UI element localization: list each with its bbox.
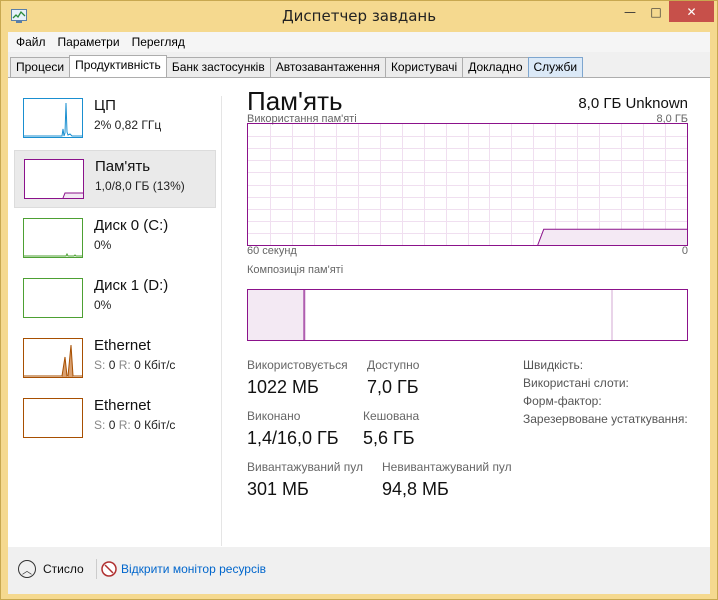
resource-list: ЦП 2% 0,82 ГГц Пам'ять 1,0/8,0 ГБ (13%) bbox=[8, 78, 221, 548]
sidebar-item-value: S: 0 R: 0 Кбіт/с bbox=[94, 358, 175, 372]
ethernet-2-thumbnail-graph bbox=[23, 398, 83, 438]
send-value: 0 bbox=[108, 358, 116, 372]
disk-1-thumbnail-graph bbox=[23, 278, 83, 318]
receive-label: R: bbox=[118, 418, 131, 432]
sidebar-item-label: Пам'ять bbox=[95, 158, 151, 175]
sidebar-item-value: 0% bbox=[94, 298, 112, 312]
performance-panel: ЦП 2% 0,82 ГГц Пам'ять 1,0/8,0 ГБ (13%) bbox=[8, 77, 710, 547]
sidebar-divider bbox=[221, 96, 222, 546]
send-value: 0 bbox=[108, 418, 116, 432]
resource-monitor-icon bbox=[101, 561, 117, 577]
graph-time-min: 0 bbox=[681, 245, 688, 257]
in-use-label: Використовується bbox=[247, 358, 348, 372]
open-resource-monitor-link[interactable]: Відкрити монітор ресурсів bbox=[121, 562, 266, 576]
menu-file[interactable]: Файл bbox=[10, 32, 52, 52]
tab-services[interactable]: Служби bbox=[527, 57, 584, 77]
sidebar-item-value: 0% bbox=[94, 238, 112, 252]
committed-value: 1,4/16,0 ГБ bbox=[247, 428, 339, 448]
nonpaged-pool-value: 94,8 МБ bbox=[382, 479, 449, 499]
graph-time-label: 60 секунд bbox=[247, 245, 297, 257]
slots-used-label: Використані слоти: bbox=[523, 376, 629, 390]
client-area: Файл Параметри Перегляд Процеси Продукти… bbox=[8, 32, 710, 594]
sidebar-item-value: 1,0/8,0 ГБ (13%) bbox=[95, 179, 185, 193]
sidebar-item-cpu[interactable]: ЦП 2% 0,82 ГГц bbox=[14, 90, 216, 148]
tab-startup[interactable]: Автозавантаження bbox=[269, 57, 386, 77]
send-label: S: bbox=[94, 358, 106, 372]
menu-view[interactable]: Перегляд bbox=[126, 32, 191, 52]
menu-bar: Файл Параметри Перегляд bbox=[8, 32, 710, 52]
receive-value: 0 Кбіт/с bbox=[134, 358, 176, 372]
memory-thumbnail-graph bbox=[24, 159, 84, 199]
composition-label: Композиція пам'яті bbox=[247, 264, 344, 276]
sidebar-item-label: Диск 0 (C:) bbox=[94, 217, 169, 234]
ethernet-1-thumbnail-graph bbox=[23, 338, 83, 378]
memory-usage-graph bbox=[247, 123, 688, 246]
usage-area bbox=[537, 229, 687, 245]
memory-composition-bar bbox=[247, 289, 688, 341]
window-title: Диспетчер завдань bbox=[281, 7, 437, 25]
fewer-details-button[interactable]: Стисло bbox=[43, 562, 84, 576]
receive-value: 0 Кбіт/с bbox=[134, 418, 176, 432]
sidebar-item-label: Ethernet bbox=[94, 397, 151, 414]
footer-divider bbox=[96, 559, 97, 579]
tab-processes[interactable]: Процеси bbox=[10, 57, 71, 77]
form-factor-label: Форм-фактор: bbox=[523, 394, 602, 408]
maximize-button[interactable]: □ bbox=[643, 1, 669, 22]
paged-pool-value: 301 МБ bbox=[247, 479, 309, 499]
send-label: S: bbox=[94, 418, 106, 432]
tab-strip: Процеси Продуктивність Банк застосунків … bbox=[10, 55, 584, 77]
close-button[interactable]: ✕ bbox=[669, 1, 714, 22]
speed-label: Швидкість: bbox=[523, 358, 584, 372]
sidebar-item-label: ЦП bbox=[94, 97, 116, 114]
cached-value: 5,6 ГБ bbox=[363, 428, 415, 448]
in-use-value: 1022 МБ bbox=[247, 377, 319, 397]
cached-label: Кешована bbox=[363, 409, 420, 423]
paged-pool-label: Вивантажуваний пул bbox=[247, 460, 363, 474]
sidebar-item-value: S: 0 R: 0 Кбіт/с bbox=[94, 418, 175, 432]
tab-app-history[interactable]: Банк застосунків bbox=[165, 57, 271, 77]
available-value: 7,0 ГБ bbox=[367, 377, 419, 397]
composition-in-use bbox=[248, 290, 304, 340]
tab-users[interactable]: Користувачі bbox=[384, 57, 464, 77]
nonpaged-pool-label: Невивантажуваний пул bbox=[382, 460, 512, 474]
memory-detail: Пам'ять 8,0 ГБ Unknown Використання пам'… bbox=[247, 78, 688, 548]
sidebar-item-label: Диск 1 (D:) bbox=[94, 277, 169, 294]
disk-0-thumbnail-graph bbox=[23, 218, 83, 258]
menu-options[interactable]: Параметри bbox=[52, 32, 126, 52]
title-bar[interactable]: Диспетчер завдань — □ ✕ bbox=[1, 1, 717, 32]
committed-label: Виконано bbox=[247, 409, 301, 423]
sidebar-item-label: Ethernet bbox=[94, 337, 151, 354]
chevron-up-icon[interactable]: ︿ bbox=[18, 560, 36, 578]
receive-label: R: bbox=[118, 358, 131, 372]
sidebar-item-ethernet-1[interactable]: Ethernet S: 0 R: 0 Кбіт/с bbox=[14, 330, 216, 388]
available-label: Доступно bbox=[367, 358, 420, 372]
sidebar-item-value: 2% 0,82 ГГц bbox=[94, 118, 162, 132]
task-manager-window: Диспетчер завдань — □ ✕ Файл Параметри П… bbox=[0, 0, 718, 600]
tab-performance[interactable]: Продуктивність bbox=[69, 55, 167, 77]
minimize-button[interactable]: — bbox=[617, 1, 643, 22]
cpu-thumbnail-graph bbox=[23, 98, 83, 138]
sidebar-item-ethernet-2[interactable]: Ethernet S: 0 R: 0 Кбіт/с bbox=[14, 390, 216, 448]
sidebar-item-disk-0[interactable]: Диск 0 (C:) 0% bbox=[14, 210, 216, 268]
hardware-reserved-label: Зарезервоване устаткування: bbox=[523, 412, 688, 426]
memory-total: 8,0 ГБ Unknown bbox=[578, 95, 688, 112]
sidebar-item-memory[interactable]: Пам'ять 1,0/8,0 ГБ (13%) bbox=[14, 150, 216, 208]
sidebar-item-disk-1[interactable]: Диск 1 (D:) 0% bbox=[14, 270, 216, 328]
tab-details[interactable]: Докладно bbox=[462, 57, 529, 77]
